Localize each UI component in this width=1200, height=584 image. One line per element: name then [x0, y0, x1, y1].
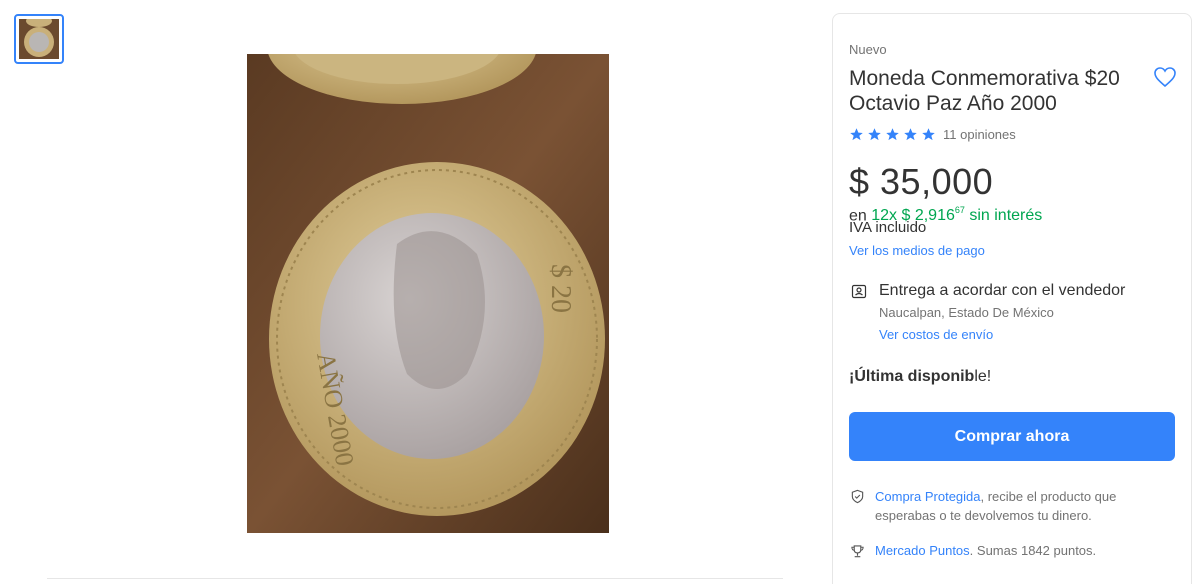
stock-label-suffix: le! — [974, 368, 992, 385]
gallery-thumbnail[interactable] — [14, 14, 64, 64]
trophy-icon — [851, 545, 864, 558]
reviews-count: 11 opiniones — [943, 127, 1016, 142]
product-title: Moneda Conmemorativa $20 Octavio Paz Año… — [849, 67, 1120, 115]
shipping-location: Naucalpan, Estado De México — [879, 305, 1054, 320]
star-icon — [850, 128, 863, 141]
stock-status: ¡Última disponible! — [849, 368, 991, 386]
content-divider — [47, 578, 783, 579]
shield-check-icon — [851, 489, 864, 504]
star-icon — [886, 128, 899, 141]
coin-thumbnail-image — [19, 19, 59, 59]
star-icon — [922, 128, 935, 141]
mercado-points-link[interactable]: Mercado Puntos — [875, 543, 970, 558]
main-product-image: AÑO 2000 $ 20 — [247, 54, 609, 533]
price: $ 35,000 — [849, 161, 994, 202]
star-icon — [904, 128, 917, 141]
mercado-points: Mercado Puntos. Sumas 1842 puntos. — [875, 543, 1096, 558]
rating[interactable]: 11 opiniones — [849, 127, 1016, 142]
svg-text:$ 20: $ 20 — [545, 264, 576, 313]
installments-suffix: sin interés — [969, 207, 1043, 225]
stock-label: ¡Última disponib — [849, 368, 975, 385]
buy-box: Nuevo Moneda Conmemorativa $20 Octavio P… — [832, 13, 1192, 584]
payment-methods-link[interactable]: Ver los medios de pago — [849, 243, 985, 258]
tax-note: IVA incluido — [849, 219, 927, 236]
buy-now-button[interactable]: Comprar ahora — [849, 412, 1175, 461]
heart-icon[interactable] — [1153, 66, 1177, 88]
installments-cents: 67 — [954, 205, 965, 215]
mercado-points-text: . Sumas 1842 puntos. — [969, 543, 1097, 558]
contact-card-icon — [851, 284, 867, 299]
purchase-protection-link[interactable]: Compra Protegida — [875, 489, 981, 504]
shipping-title: Entrega a acordar con el vendedor — [879, 282, 1126, 299]
star-icon — [868, 128, 881, 141]
shipping-costs-link[interactable]: Ver costos de envío — [879, 327, 993, 342]
condition-label: Nuevo — [849, 42, 887, 57]
purchase-protection: Compra Protegida, recibe el producto que… — [875, 487, 1175, 525]
